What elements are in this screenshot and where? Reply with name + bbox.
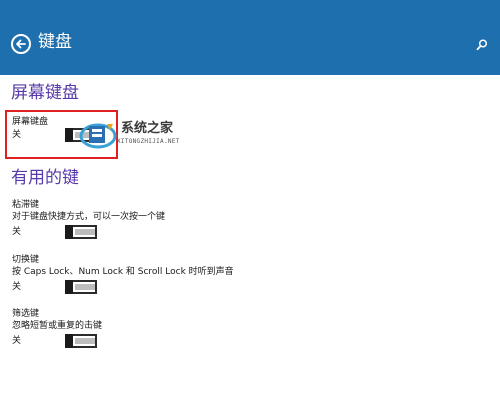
- toggle-state-label: 关: [12, 227, 22, 237]
- search-button[interactable]: [475, 37, 489, 51]
- watermark-emblem-icon: [79, 123, 117, 149]
- setting-desc-toggle-keys: 按 Caps Lock、Num Lock 和 Scroll Lock 时听到声音: [12, 267, 234, 277]
- back-arrow-icon: [16, 39, 26, 49]
- search-icon: [476, 39, 488, 51]
- toggle-state-label: 关: [12, 336, 22, 346]
- setting-desc-filter-keys: 忽略短暂或重复的击键: [12, 321, 103, 331]
- back-button[interactable]: [11, 34, 31, 54]
- toggle-keys-toggle[interactable]: [65, 280, 97, 294]
- header-bar: 键盘: [0, 0, 500, 75]
- setting-name-sticky-keys: 粘滞键: [12, 200, 40, 210]
- toggle-thumb: [65, 280, 73, 294]
- watermark-text: 系统之家: [121, 121, 174, 136]
- setting-name-filter-keys: 筛选键: [12, 309, 40, 319]
- watermark-logo: 系统之家 XITONGZHIJIA.NET: [79, 120, 209, 152]
- toggle-track: [75, 229, 95, 235]
- section-title-useful-keys: 有用的键: [11, 168, 79, 188]
- filter-keys-toggle[interactable]: [65, 334, 97, 348]
- watermark-subtext: XITONGZHIJIA.NET: [117, 138, 180, 145]
- sticky-keys-toggle[interactable]: [65, 225, 97, 239]
- toggle-track: [75, 338, 95, 344]
- page-title: 键盘: [38, 32, 72, 52]
- toggle-state-label: 关: [12, 282, 22, 292]
- toggle-track: [75, 284, 95, 290]
- toggle-thumb: [65, 334, 73, 348]
- toggle-thumb: [65, 225, 73, 239]
- section-title-onscreen-keyboard: 屏幕键盘: [11, 83, 79, 103]
- keyboard-settings-page: 键盘 屏幕键盘 屏幕键盘 关 系统之家 XITONGZHIJIA.NET 有用的…: [0, 0, 500, 394]
- setting-desc-sticky-keys: 对于键盘快捷方式，可以一次按一个键: [12, 212, 166, 222]
- setting-name-toggle-keys: 切换键: [12, 255, 40, 265]
